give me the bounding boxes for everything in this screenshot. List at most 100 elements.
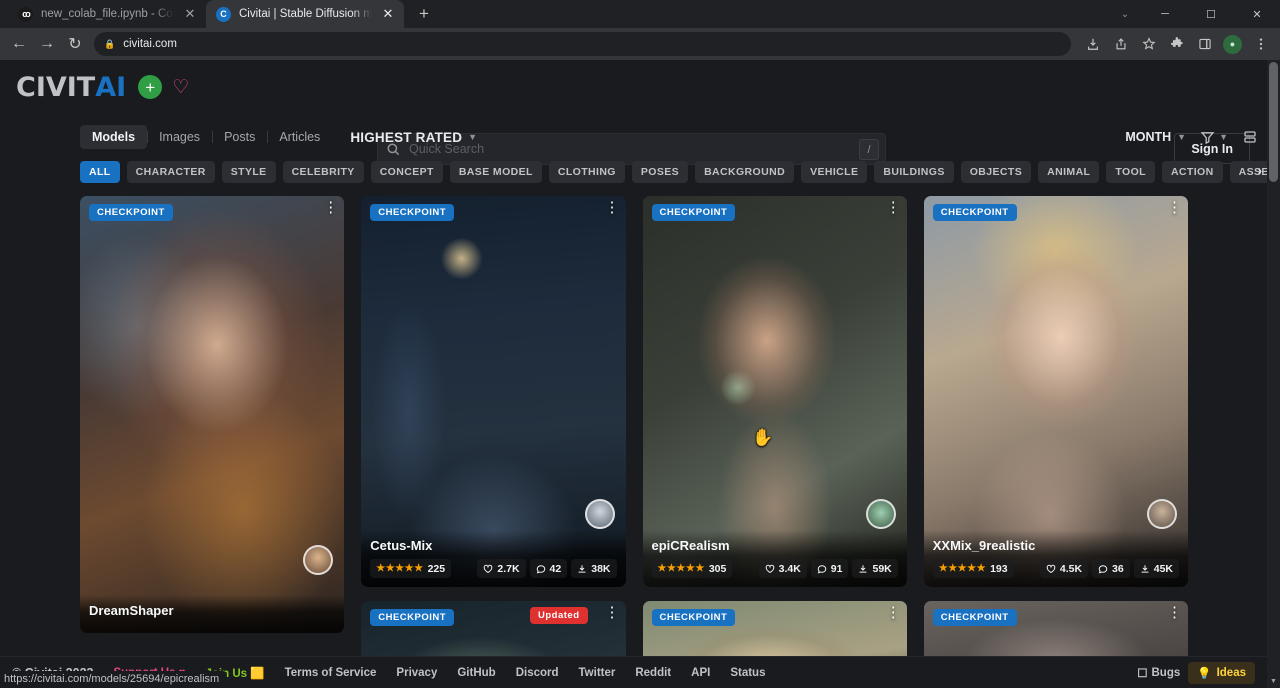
card-menu-icon[interactable]: ⋮: [323, 203, 335, 212]
chip-vehicle[interactable]: VEHICLE: [801, 161, 867, 183]
browser-tab-civitai[interactable]: C Civitai | Stable Diffusion models, ✕: [206, 0, 404, 28]
footer-link-twitter[interactable]: Twitter: [579, 667, 616, 679]
footer-link-discord[interactable]: Discord: [516, 667, 559, 679]
scrollbar-thumb[interactable]: [1269, 62, 1278, 182]
layout-toggle-button[interactable]: [1242, 129, 1258, 145]
chip-all[interactable]: ALL: [80, 161, 120, 183]
likes-stat: 2.7K: [477, 559, 525, 578]
footer-link-github[interactable]: GitHub: [457, 667, 495, 679]
chip-base-model[interactable]: BASE MODEL: [450, 161, 542, 183]
engagement-stats: 4.5K 36: [1040, 559, 1179, 578]
bookmark-star-icon[interactable]: [1135, 31, 1162, 57]
model-card-dreamshaper[interactable]: CHECKPOINT ⋮ DreamShaper: [80, 196, 344, 633]
chip-action[interactable]: ACTION: [1162, 161, 1223, 183]
footer-link-terms[interactable]: Terms of Service: [285, 667, 377, 679]
grid-column-1: CHECKPOINT ⋮ DreamShaper: [80, 196, 344, 688]
chip-objects[interactable]: OBJECTS: [961, 161, 1031, 183]
model-title: DreamShaper: [89, 603, 335, 618]
new-tab-button[interactable]: +: [410, 0, 438, 28]
chip-concept[interactable]: CONCEPT: [371, 161, 443, 183]
card-menu-icon[interactable]: ⋮: [1167, 608, 1179, 617]
card-menu-icon[interactable]: ⋮: [605, 203, 617, 212]
content-type-tabs: Models Images Posts Articles: [80, 125, 332, 149]
window-close-icon[interactable]: ✕: [1234, 0, 1280, 28]
grid-column-3: CHECKPOINT ⋮ epiCRealism ★★★★★ 305: [643, 196, 907, 688]
star-icons: ★★★★★: [939, 563, 986, 574]
tab-title: new_colab_file.ipynb - Colaborat: [41, 8, 174, 20]
chip-animal[interactable]: ANIMAL: [1038, 161, 1099, 183]
close-icon[interactable]: ✕: [182, 6, 198, 22]
link-status-bar: https://civitai.com/models/25694/epicrea…: [0, 671, 225, 688]
card-menu-icon[interactable]: ⋮: [886, 203, 898, 212]
chip-buildings[interactable]: BUILDINGS: [874, 161, 953, 183]
comment-icon: [1098, 564, 1108, 574]
tab-articles[interactable]: Articles: [267, 125, 332, 149]
page-scrollbar[interactable]: ▲ ▼: [1267, 60, 1280, 688]
install-icon[interactable]: [1079, 31, 1106, 57]
likes-stat: 3.4K: [759, 559, 807, 578]
creator-avatar[interactable]: [585, 499, 615, 529]
tab-models[interactable]: Models: [80, 125, 147, 149]
model-card-xxmix[interactable]: CHECKPOINT ⋮ XXMix_9realistic ★★★★★ 193: [924, 196, 1188, 587]
tab-posts[interactable]: Posts: [212, 125, 267, 149]
maximize-icon[interactable]: ☐: [1188, 0, 1234, 28]
filter-button[interactable]: ▼: [1200, 130, 1228, 145]
comments-count: 91: [831, 563, 843, 575]
create-button[interactable]: +: [138, 75, 162, 99]
creator-avatar[interactable]: [1147, 499, 1177, 529]
period-dropdown[interactable]: MONTH ▼: [1125, 130, 1186, 144]
footer-link-api[interactable]: API: [691, 667, 710, 679]
chip-tool[interactable]: TOOL: [1106, 161, 1155, 183]
window-controls: ⌄ ─ ☐ ✕: [1108, 0, 1280, 28]
grid-column-2: CHECKPOINT ⋮ Cetus-Mix ★★★★★ 225: [361, 196, 625, 688]
footer-link-reddit[interactable]: Reddit: [635, 667, 671, 679]
extensions-icon[interactable]: [1163, 31, 1190, 57]
model-grid: CHECKPOINT ⋮ DreamShaper CHECKPOINT ⋮ Ce: [80, 196, 1188, 688]
heart-icon[interactable]: ♡: [172, 78, 189, 97]
sort-dropdown[interactable]: HIGHEST RATED ▼: [350, 130, 477, 145]
heart-icon: [765, 564, 775, 574]
bugs-button[interactable]: ☐ Bugs: [1137, 666, 1180, 680]
card-menu-icon[interactable]: ⋮: [605, 608, 617, 617]
chevron-right-icon[interactable]: ›: [1258, 163, 1262, 178]
downloads-stat: 45K: [1134, 559, 1179, 578]
browser-tab-colab[interactable]: co new_colab_file.ipynb - Colaborat ✕: [8, 0, 206, 28]
scroll-down-icon[interactable]: ▼: [1267, 674, 1280, 688]
card-menu-icon[interactable]: ⋮: [886, 608, 898, 617]
model-type-badge: CHECKPOINT: [933, 609, 1017, 626]
back-icon[interactable]: ←: [6, 31, 32, 57]
tab-images[interactable]: Images: [147, 125, 212, 149]
address-bar[interactable]: 🔒 civitai.com: [94, 32, 1071, 56]
creator-avatar[interactable]: [866, 499, 896, 529]
civitai-logo[interactable]: CIVITAI: [16, 72, 126, 103]
chip-style[interactable]: STYLE: [222, 161, 276, 183]
rating-count: 193: [990, 563, 1008, 575]
profile-avatar[interactable]: ●: [1219, 31, 1246, 57]
footer-link-privacy[interactable]: Privacy: [396, 667, 437, 679]
model-stats: ★★★★★ 193 4.5K: [933, 559, 1179, 578]
sidebar-icon[interactable]: [1191, 31, 1218, 57]
chip-character[interactable]: CHARACTER: [127, 161, 215, 183]
civitai-icon: C: [216, 7, 231, 22]
share-icon[interactable]: [1107, 31, 1134, 57]
chip-poses[interactable]: POSES: [632, 161, 688, 183]
model-card-cetus-mix[interactable]: CHECKPOINT ⋮ Cetus-Mix ★★★★★ 225: [361, 196, 625, 587]
close-icon[interactable]: ✕: [380, 6, 396, 22]
comment-icon: [817, 564, 827, 574]
chip-clothing[interactable]: CLOTHING: [549, 161, 625, 183]
minimize-icon[interactable]: ─: [1142, 0, 1188, 28]
reload-icon[interactable]: ↻: [62, 31, 88, 57]
card-menu-icon[interactable]: ⋮: [1167, 203, 1179, 212]
model-type-badge: CHECKPOINT: [370, 204, 454, 221]
ideas-button[interactable]: 💡 Ideas: [1188, 662, 1255, 684]
download-icon: [858, 564, 868, 574]
forward-icon[interactable]: →: [34, 31, 60, 57]
footer-link-status[interactable]: Status: [730, 667, 765, 679]
grid-column-4: CHECKPOINT ⋮ XXMix_9realistic ★★★★★ 193: [924, 196, 1188, 688]
chip-celebrity[interactable]: CELEBRITY: [283, 161, 364, 183]
tab-search-chevron-icon[interactable]: ⌄: [1108, 0, 1142, 28]
chip-background[interactable]: BACKGROUND: [695, 161, 794, 183]
rating-stat: ★★★★★ 193: [933, 559, 1014, 578]
model-card-epicrealism[interactable]: CHECKPOINT ⋮ epiCRealism ★★★★★ 305: [643, 196, 907, 587]
chrome-menu-icon[interactable]: [1247, 31, 1274, 57]
